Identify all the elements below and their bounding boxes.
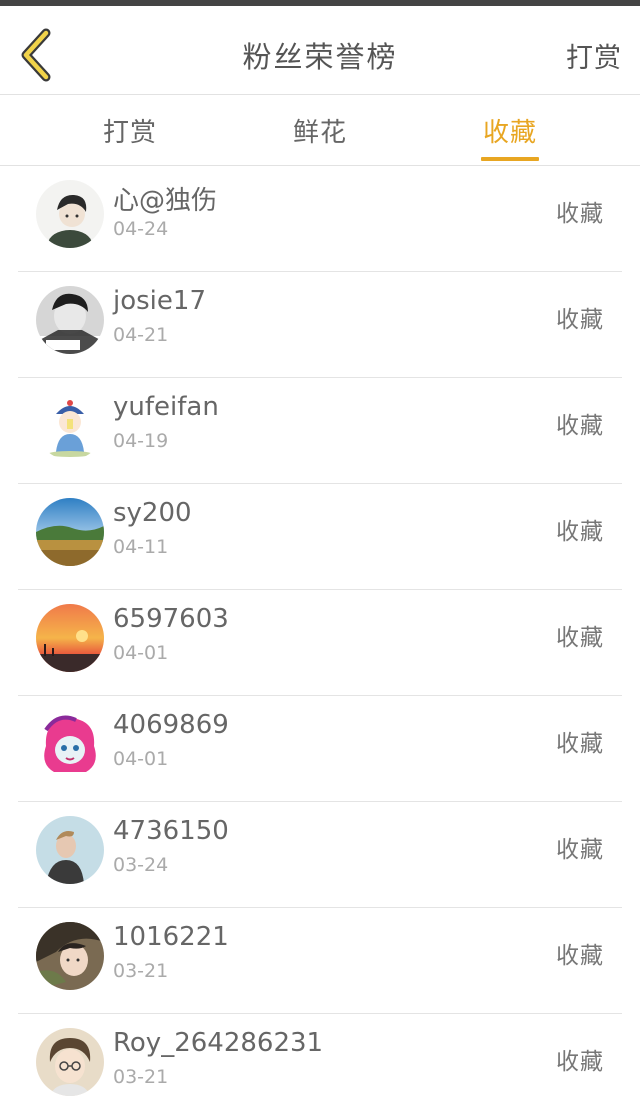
- fan-date: 03-21: [113, 1066, 169, 1088]
- favorite-label: 收藏: [556, 413, 604, 439]
- fan-date: 04-19: [113, 430, 169, 452]
- avatar: [36, 180, 104, 248]
- list-item[interactable]: sy200 04-11 收藏: [0, 484, 640, 590]
- favorite-label: 收藏: [556, 519, 604, 545]
- favorite-label: 收藏: [556, 625, 604, 651]
- fan-name: Roy_264286231: [113, 1028, 324, 1058]
- fan-name: 1016221: [113, 922, 229, 952]
- avatar: [36, 1028, 104, 1096]
- avatar: [36, 922, 104, 990]
- favorite-label: 收藏: [556, 943, 604, 969]
- tab-reward[interactable]: 打赏: [70, 95, 190, 165]
- favorite-label: 收藏: [556, 837, 604, 863]
- fan-name: 心@独伤: [113, 186, 218, 216]
- header: 粉丝荣誉榜 打赏: [0, 6, 640, 94]
- avatar: [36, 710, 104, 778]
- tab-label: 收藏: [482, 117, 537, 148]
- avatar: [36, 816, 104, 884]
- fan-name: yufeifan: [113, 392, 219, 422]
- fan-name: 6597603: [113, 604, 229, 634]
- list-item[interactable]: 4736150 03-24 收藏: [0, 802, 640, 908]
- fan-date: 04-21: [113, 324, 169, 346]
- fan-name: josie17: [113, 286, 206, 316]
- tab-flowers[interactable]: 鲜花: [260, 95, 380, 165]
- fan-name: 4736150: [113, 816, 229, 846]
- list-item[interactable]: 心@独伤 04-24 收藏: [0, 166, 640, 272]
- page-title: 粉丝荣誉榜: [242, 40, 398, 74]
- tab-label: 鲜花: [292, 117, 347, 148]
- list-item[interactable]: Roy_264286231 03-21 收藏: [0, 1014, 640, 1112]
- avatar: [36, 498, 104, 566]
- tab-label: 打赏: [102, 117, 157, 148]
- avatar: [36, 604, 104, 672]
- list-item[interactable]: yufeifan 04-19 收藏: [0, 378, 640, 484]
- favorite-label: 收藏: [556, 307, 604, 333]
- tab-favorites[interactable]: 收藏: [450, 95, 570, 165]
- fan-list: 心@独伤 04-24 收藏 josie17 04-21 收藏 yufeifan …: [0, 166, 640, 1112]
- favorite-label: 收藏: [556, 201, 604, 227]
- active-tab-indicator: [481, 157, 539, 161]
- fan-date: 03-24: [113, 854, 169, 876]
- favorite-label: 收藏: [556, 731, 604, 757]
- list-item[interactable]: 1016221 03-21 收藏: [0, 908, 640, 1014]
- list-item[interactable]: 4069869 04-01 收藏: [0, 696, 640, 802]
- favorite-label: 收藏: [556, 1049, 604, 1075]
- tab-bar: 打赏 鲜花 收藏: [0, 94, 640, 166]
- list-item[interactable]: 6597603 04-01 收藏: [0, 590, 640, 696]
- list-item[interactable]: josie17 04-21 收藏: [0, 272, 640, 378]
- fan-date: 03-21: [113, 960, 169, 982]
- fan-name: 4069869: [113, 710, 229, 740]
- fan-date: 04-01: [113, 748, 169, 770]
- avatar: [36, 392, 104, 460]
- fan-date: 04-01: [113, 642, 169, 664]
- fan-date: 04-11: [113, 536, 169, 558]
- reward-button[interactable]: 打赏: [566, 36, 622, 75]
- fan-date: 04-24: [113, 218, 169, 240]
- avatar: [36, 286, 104, 354]
- fan-name: sy200: [113, 498, 192, 528]
